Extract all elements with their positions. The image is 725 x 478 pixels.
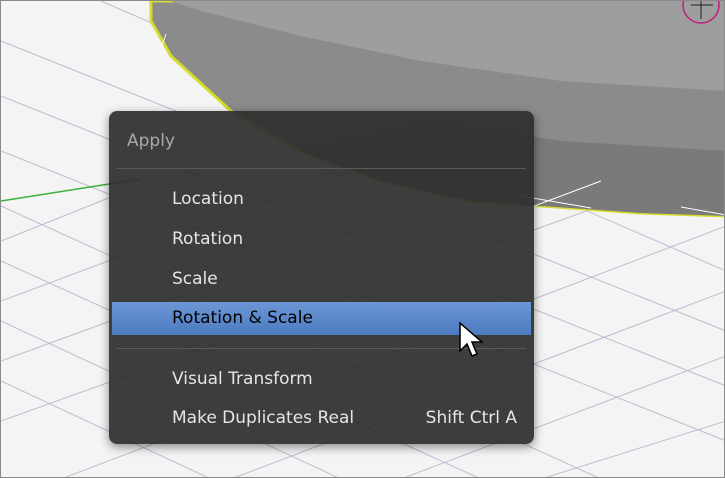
menu-item-location[interactable]: Location <box>112 183 531 216</box>
menu-item-label: Make Duplicates Real <box>172 408 355 428</box>
3d-viewport[interactable]: Apply Location Rotation Scale Rotation &… <box>0 0 725 478</box>
menu-item-label: Visual Transform <box>172 369 313 389</box>
menu-item-visual-transform[interactable]: Visual Transform <box>112 363 531 396</box>
menu-item-label: Rotation & Scale <box>172 308 313 328</box>
mouse-pointer-icon <box>459 321 485 357</box>
shortcut-label: Shift Ctrl A <box>425 408 517 428</box>
menu-separator <box>117 168 526 169</box>
menu-title: Apply <box>127 131 175 151</box>
menu-item-make-duplicates-real[interactable]: Make Duplicates Real Shift Ctrl A <box>112 402 531 435</box>
menu-item-rotation[interactable]: Rotation <box>112 223 531 256</box>
menu-item-label: Rotation <box>172 229 244 249</box>
menu-item-scale[interactable]: Scale <box>112 263 531 296</box>
apply-menu: Apply Location Rotation Scale Rotation &… <box>109 111 534 444</box>
menu-item-label: Scale <box>172 269 218 289</box>
menu-item-label: Location <box>172 189 244 209</box>
